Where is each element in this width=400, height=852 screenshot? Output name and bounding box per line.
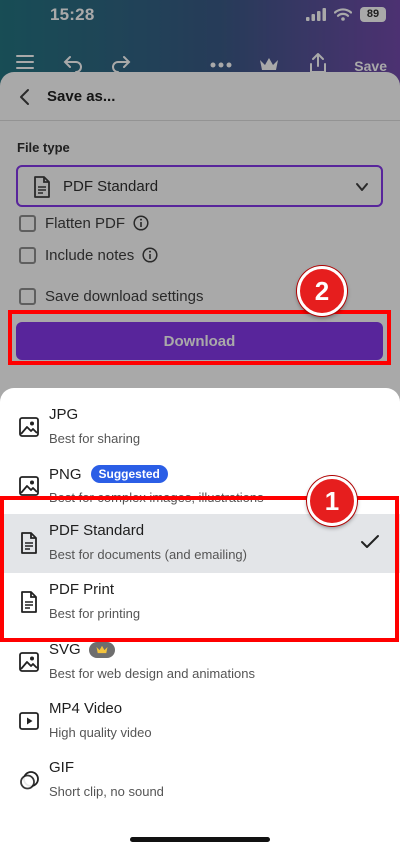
option-title-text: PNG — [49, 465, 82, 483]
option-description: Best for web design and animations — [49, 666, 255, 681]
annotation-box-download — [8, 310, 391, 365]
option-description: Short clip, no sound — [49, 784, 164, 799]
option-title-text: JPG — [49, 406, 79, 423]
option-jpg[interactable]: JPG Best for sharing — [0, 398, 400, 457]
option-title: GIF — [49, 759, 74, 776]
gif-icon — [20, 771, 39, 790]
option-title-text: MP4 Video — [49, 700, 123, 717]
crown-icon — [96, 645, 108, 654]
video-icon — [19, 712, 39, 730]
home-indicator — [130, 837, 270, 842]
annotation-number-1: 1 — [307, 476, 357, 526]
option-title-text: SVG — [49, 641, 81, 658]
pro-badge — [88, 641, 115, 658]
image-icon — [19, 652, 39, 672]
option-title-text: GIF — [49, 759, 74, 776]
image-icon — [19, 476, 39, 496]
option-title: SVG — [49, 641, 115, 658]
suggested-badge: Suggested — [90, 465, 168, 483]
annotation-number-2: 2 — [297, 266, 347, 316]
option-title: PNG Suggested — [49, 465, 168, 483]
option-title: JPG — [49, 406, 78, 423]
option-mp4-video[interactable]: MP4 Video High quality video — [0, 692, 400, 751]
option-description: Best for sharing — [49, 431, 141, 446]
image-icon — [19, 417, 39, 437]
option-description: High quality video — [49, 725, 152, 740]
option-title: MP4 Video — [49, 700, 122, 717]
option-gif[interactable]: GIF Short clip, no sound — [0, 751, 400, 810]
